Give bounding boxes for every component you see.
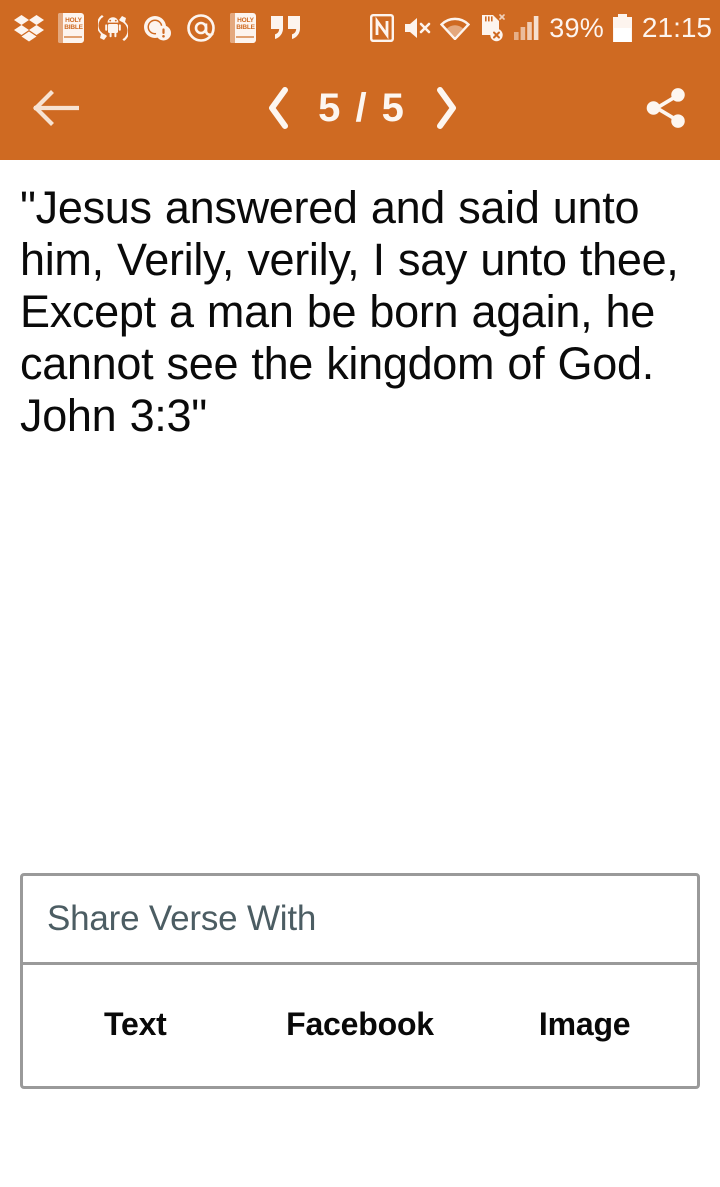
nfc-icon [370, 14, 395, 42]
mute-icon [403, 15, 431, 41]
verse-counter: 5 / 5 [318, 85, 406, 130]
status-bar-notifications: HOLY BIBLE HOLY BIBLE [14, 13, 370, 43]
app-root: HOLY BIBLE HOLY BIBLE 39% 21:15 5 / 5 "J… [0, 0, 720, 1187]
chevron-left-icon [269, 87, 288, 129]
verse-navigation: 5 / 5 [258, 82, 466, 134]
share-image-button[interactable]: Image [472, 965, 697, 1083]
back-button[interactable] [0, 89, 112, 127]
back-arrow-icon [33, 90, 79, 126]
alert-circle-icon [142, 14, 172, 42]
quote-icon [270, 15, 302, 41]
signal-bars-icon [514, 15, 540, 41]
next-verse-button[interactable] [426, 82, 466, 134]
clock-label: 21:15 [641, 12, 712, 43]
battery-icon [612, 14, 632, 42]
verse-content-area: "Jesus answered and said unto him, Veril… [0, 160, 720, 860]
holy-bible-icon-2: HOLY BIBLE [230, 13, 256, 43]
share-text-button[interactable]: Text [23, 965, 248, 1083]
holy-bible-icon-2-label: HOLY BIBLE [236, 17, 255, 31]
holy-bible-icon: HOLY BIBLE [58, 13, 84, 43]
battery-percent-label: 39% [549, 12, 604, 43]
dropbox-icon [14, 14, 44, 42]
holy-bible-icon-label: HOLY BIBLE [64, 17, 83, 31]
share-panel-actions: Text Facebook Image [23, 965, 697, 1083]
wifi-icon [440, 16, 471, 40]
share-panel-header: Share Verse With [23, 876, 697, 965]
share-verse-panel: Share Verse With Text Facebook Image [20, 873, 700, 1089]
verse-text: "Jesus answered and said unto him, Veril… [20, 182, 679, 441]
prev-verse-button[interactable] [258, 82, 298, 134]
status-bar-system: 39% 21:15 [370, 12, 712, 44]
share-facebook-button[interactable]: Facebook [248, 965, 473, 1083]
email-at-icon [186, 13, 216, 43]
sd-card-removed-icon [479, 14, 506, 42]
share-icon [646, 88, 685, 128]
chevron-right-icon [437, 87, 456, 129]
app-toolbar: 5 / 5 [0, 56, 720, 160]
share-panel-title: Share Verse With [47, 899, 317, 938]
status-bar: HOLY BIBLE HOLY BIBLE 39% 21:15 [0, 0, 720, 56]
share-button[interactable] [612, 84, 720, 132]
android-sync-icon [98, 13, 128, 43]
